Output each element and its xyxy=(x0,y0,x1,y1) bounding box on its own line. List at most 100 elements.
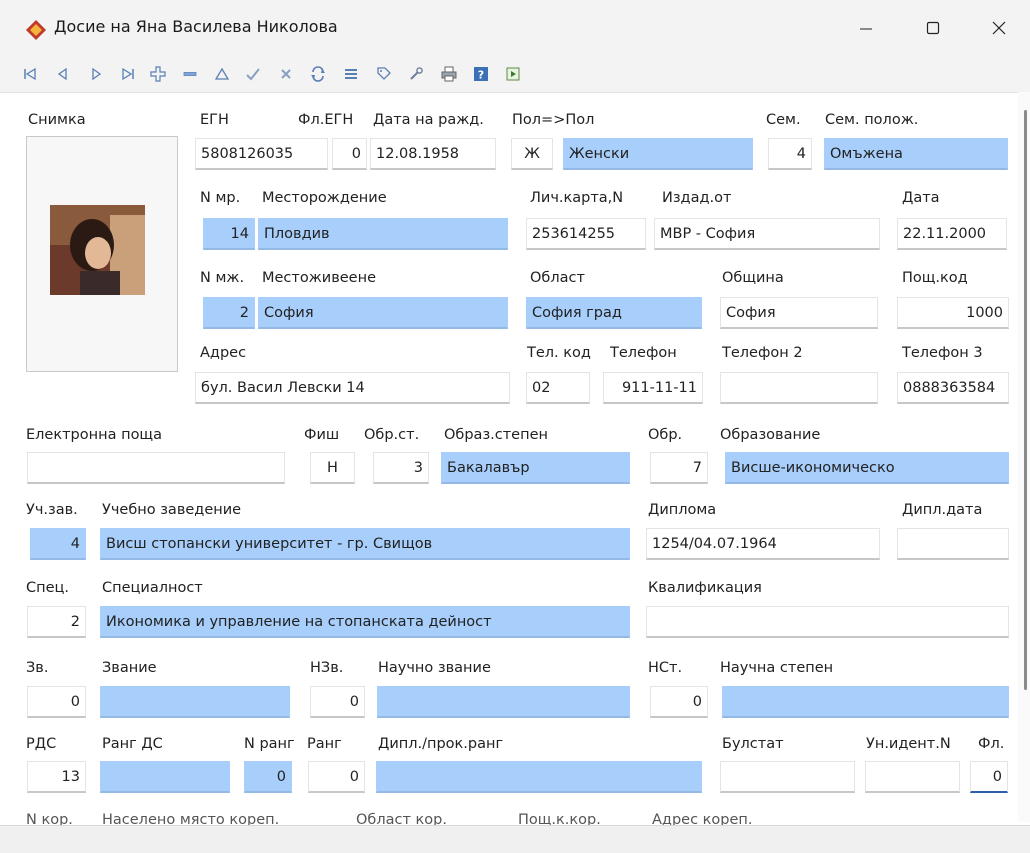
phone2-label: Телефон 2 xyxy=(722,345,803,361)
email-field[interactable] xyxy=(27,452,285,484)
print-icon xyxy=(441,66,457,82)
diploma-label: Диплома xyxy=(648,502,717,518)
fl-egn-field[interactable]: 0 xyxy=(332,138,367,170)
last-record-button[interactable] xyxy=(116,62,140,86)
help-button[interactable]: ? xyxy=(469,62,493,86)
rds-field[interactable]: 13 xyxy=(27,761,86,793)
wrench-button[interactable] xyxy=(404,62,428,86)
diploma-field[interactable]: 1254/04.07.1964 xyxy=(646,528,880,560)
uni-code-field[interactable]: 4 xyxy=(30,528,86,560)
sex-code-field[interactable]: Ж xyxy=(511,138,553,170)
add-record-button[interactable] xyxy=(146,62,170,86)
n-res-field[interactable]: 2 xyxy=(203,297,255,329)
issue-date-field[interactable]: 22.11.2000 xyxy=(897,218,1007,250)
title-code-label: Зв. xyxy=(26,660,49,676)
id-card-field[interactable]: 253614255 xyxy=(526,218,646,250)
cancel-record-button[interactable] xyxy=(274,62,298,86)
edu-code-field[interactable]: 7 xyxy=(650,452,708,484)
sci-degree-code-label: НСт. xyxy=(648,660,683,676)
sex-field[interactable]: Женски xyxy=(563,138,753,170)
edu-code-label: Обр. xyxy=(648,427,683,443)
dipl-date-field[interactable] xyxy=(897,528,1009,560)
fam-code-label: Сем. xyxy=(766,112,801,128)
specialty-field[interactable]: Икономика и управление на стопанската де… xyxy=(100,606,630,638)
export-button[interactable] xyxy=(501,62,525,86)
scrollbar-thumb[interactable] xyxy=(1024,110,1027,690)
address-field[interactable]: бул. Васил Левски 14 xyxy=(195,372,510,404)
education-field[interactable]: Висше-икономическо xyxy=(725,452,1009,484)
issued-by-label: Издад.от xyxy=(662,190,732,206)
photo-frame[interactable] xyxy=(26,136,178,372)
birth-place-field[interactable]: Пловдив xyxy=(258,218,508,250)
first-record-icon xyxy=(24,67,36,81)
phone2-field[interactable] xyxy=(720,372,878,404)
fam-status-field[interactable]: Омъжена xyxy=(824,138,1008,170)
edit-record-button[interactable] xyxy=(210,62,234,86)
birth-date-field[interactable]: 12.08.1958 xyxy=(370,138,496,170)
residence-field[interactable]: София xyxy=(258,297,508,329)
title-code-field[interactable]: 0 xyxy=(27,686,86,718)
rank-field[interactable]: 0 xyxy=(308,761,365,793)
close-button[interactable] xyxy=(976,10,1022,46)
bulstat-field[interactable] xyxy=(720,761,855,793)
region-field[interactable]: София град xyxy=(526,297,702,329)
edu-degree-label: Образ.степен xyxy=(444,427,548,443)
qualification-label: Квалификация xyxy=(648,580,762,596)
window-title: Досие на Яна Василева Николова xyxy=(54,17,338,36)
maximize-button[interactable] xyxy=(910,10,956,46)
sci-title-code-field[interactable]: 0 xyxy=(310,686,365,718)
n-birth-field[interactable]: 14 xyxy=(203,218,255,250)
dipl-rank-label: Дипл./прок.ранг xyxy=(378,736,504,752)
print-button[interactable] xyxy=(437,62,461,86)
delete-record-button[interactable] xyxy=(178,62,202,86)
title-field[interactable] xyxy=(100,686,290,718)
issue-date-label: Дата xyxy=(902,190,940,206)
phone-code-field[interactable]: 02 xyxy=(526,372,590,404)
spec-code-field[interactable]: 2 xyxy=(27,606,86,638)
tag-button[interactable] xyxy=(372,62,396,86)
municipality-field[interactable]: София xyxy=(720,297,878,329)
phone3-field[interactable]: 0888363584 xyxy=(897,372,1009,404)
specialty-label: Специалност xyxy=(102,580,203,596)
edit-record-icon xyxy=(215,67,229,80)
sci-degree-code-field[interactable]: 0 xyxy=(650,686,708,718)
close-icon xyxy=(992,21,1006,35)
bulstat-label: Булстат xyxy=(722,736,784,752)
egn-field[interactable]: 5808126035 xyxy=(195,138,328,170)
n-rank-field[interactable]: 0 xyxy=(244,761,292,793)
edu-degree-code-field[interactable]: 3 xyxy=(373,452,429,484)
post-record-button[interactable] xyxy=(241,62,265,86)
add-record-icon xyxy=(150,66,166,82)
minimize-button[interactable] xyxy=(843,10,889,46)
sci-degree-field[interactable] xyxy=(722,686,1009,718)
fam-code-field[interactable]: 4 xyxy=(768,138,812,170)
university-label: Учебно заведение xyxy=(102,502,242,518)
sci-title-field[interactable] xyxy=(377,686,630,718)
qualification-field[interactable] xyxy=(646,606,1009,638)
dipl-rank-field[interactable] xyxy=(376,761,702,793)
next-record-button[interactable] xyxy=(84,62,108,86)
last-record-icon xyxy=(122,67,134,81)
phone-field[interactable]: 911-11-11 xyxy=(603,372,703,404)
prev-record-button[interactable] xyxy=(51,62,75,86)
n-rank-label: N ранг xyxy=(244,736,295,752)
issued-by-field[interactable]: МВР - София xyxy=(654,218,880,250)
postcode-label: Пощ.код xyxy=(902,270,968,286)
wrench-icon xyxy=(410,67,423,80)
fl-field[interactable]: 0 xyxy=(970,761,1008,793)
sex-label: Пол=>Пол xyxy=(512,112,595,128)
birth-date-label: Дата на ражд. xyxy=(373,112,484,128)
university-field[interactable]: Висш стопански университет - гр. Свищов xyxy=(100,528,630,560)
first-record-button[interactable] xyxy=(18,62,42,86)
rank-ds-field[interactable] xyxy=(100,761,230,793)
list-button[interactable] xyxy=(339,62,363,86)
photo-label: Снимка xyxy=(28,112,86,128)
refresh-icon xyxy=(311,66,325,82)
postcode-field[interactable]: 1000 xyxy=(897,297,1009,329)
title-label: Звание xyxy=(102,660,157,676)
minimize-icon xyxy=(860,28,872,30)
uid-field[interactable] xyxy=(865,761,960,793)
edu-degree-field[interactable]: Бакалавър xyxy=(441,452,630,484)
fish-field[interactable]: Н xyxy=(310,452,355,484)
refresh-button[interactable] xyxy=(306,62,330,86)
